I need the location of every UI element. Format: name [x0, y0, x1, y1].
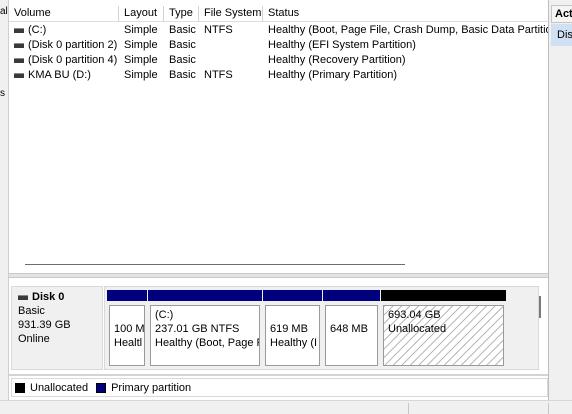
column-header-status[interactable]: Status — [263, 6, 548, 22]
drive-icon — [14, 58, 24, 63]
status-bar — [0, 400, 572, 414]
legend-label: Primary partition — [111, 381, 192, 394]
disk-info-panel[interactable]: Disk 0 Basic 931.39 GB Online — [11, 286, 103, 370]
layout-cell: Simple — [124, 54, 158, 66]
primary-partition-bar — [107, 290, 147, 301]
partition-body: 693.04 GB Unallocated — [383, 305, 504, 366]
unallocated-bar — [381, 290, 506, 301]
volume-list: (C:) Simple Basic NTFS Healthy (Boot, Pa… — [9, 23, 548, 83]
partition-status: Healthy (Boot, Page F — [155, 337, 260, 349]
volume-name: KMA BU (D:) — [28, 69, 91, 81]
partition-size: 237.01 GB NTFS — [155, 323, 240, 335]
unallocated-swatch — [15, 382, 25, 393]
disk-name-label: Disk 0 — [32, 291, 65, 303]
partition-title: (C:) — [155, 309, 174, 321]
primary-partition-bar — [323, 290, 380, 301]
type-cell: Basic — [169, 24, 196, 36]
partition-size: 619 MB — [270, 323, 308, 335]
volume-cell: (Disk 0 partition 4) — [9, 53, 119, 68]
drive-icon — [14, 73, 24, 78]
partition-title — [270, 308, 315, 322]
volume-cell: (C:) — [9, 23, 119, 38]
legend-divider — [9, 374, 548, 376]
status-cell: Healthy (Primary Partition) — [268, 69, 397, 81]
partition-block[interactable]: (C:) 237.01 GB NTFS Healthy (Boot, Page … — [148, 290, 262, 368]
layout-cell: Simple — [124, 24, 158, 36]
type-cell: Basic — [169, 54, 196, 66]
partition-title — [114, 308, 140, 322]
actions-header: Acti — [551, 5, 572, 23]
disk-name: Disk 0 — [18, 290, 96, 304]
volume-cell: KMA BU (D:) — [9, 68, 119, 83]
vertical-scrollbar[interactable] — [539, 296, 541, 318]
table-row[interactable]: (C:) Simple Basic NTFS Healthy (Boot, Pa… — [9, 23, 548, 38]
table-row[interactable]: (Disk 0 partition 2) Simple Basic Health… — [9, 38, 548, 53]
partition-body: (C:) 237.01 GB NTFS Healthy (Boot, Page … — [150, 305, 260, 366]
partition-title — [330, 308, 373, 322]
status-cell: Healthy (EFI System Partition) — [268, 39, 416, 51]
file-system-cell — [199, 38, 263, 53]
primary-partition-bar — [263, 290, 322, 301]
volume-list-header: Volume Layout Type File System Status — [9, 6, 548, 22]
partition-status: Healtl — [114, 337, 143, 349]
left-pane-text-fragment: s — [0, 88, 5, 99]
volume-cell: (Disk 0 partition 2) — [9, 38, 119, 53]
column-header-file-system[interactable]: File System — [199, 6, 263, 22]
partition-block-unallocated[interactable]: 693.04 GB Unallocated — [381, 290, 506, 368]
status-cell: Healthy (Recovery Partition) — [268, 54, 406, 66]
partition-status: Unallocated — [388, 323, 447, 335]
type-cell: Basic — [169, 39, 196, 51]
partition-body: 619 MB Healthy (I — [265, 305, 320, 366]
primary-partition-bar — [148, 290, 262, 301]
disk-management-main: Volume Layout Type File System Status (C… — [9, 0, 548, 400]
partition-size: 100 M — [114, 323, 145, 335]
volume-name: (C:) — [28, 24, 47, 36]
primary-partition-swatch — [96, 382, 107, 393]
file-system-cell: NTFS — [204, 69, 233, 81]
file-system-cell — [199, 53, 263, 68]
disk-type: Basic — [18, 305, 45, 317]
status-bar-separator — [548, 403, 549, 414]
legend-item-primary: Primary partition — [96, 382, 191, 394]
volume-name: (Disk 0 partition 4) — [28, 54, 118, 66]
layout-cell: Simple — [124, 69, 158, 81]
partition-size: 693.04 GB — [388, 309, 441, 321]
legend-label: Unallocated — [30, 381, 89, 394]
drive-icon — [14, 28, 24, 33]
volume-name: (Disk 0 partition 2) — [28, 39, 118, 51]
graphical-disk-view: Disk 0 Basic 931.39 GB Online 100 M Heal… — [9, 278, 548, 374]
partition-block[interactable]: 100 M Healtl — [107, 290, 147, 368]
partition-body: 100 M Healtl — [109, 305, 145, 366]
type-cell: Basic — [169, 69, 196, 81]
column-header-volume[interactable]: Volume — [9, 6, 119, 22]
actions-pane: Acti Disk — [548, 0, 572, 400]
partition-status: Healthy (I — [270, 337, 318, 349]
partition-size: 648 MB — [330, 323, 368, 335]
status-bar-separator — [408, 403, 409, 414]
column-header-layout[interactable]: Layout — [119, 6, 164, 22]
left-pane-text-fragment: al — [0, 6, 8, 17]
left-nav-pane-edge: al s — [0, 0, 9, 414]
partition-legend: Unallocated Primary partition — [11, 378, 548, 397]
disk-size: 931.39 GB — [18, 319, 71, 331]
partition-body: 648 MB — [325, 305, 378, 366]
horizontal-scrollbar[interactable] — [9, 260, 548, 270]
drive-icon — [14, 43, 24, 48]
legend-item-unallocated: Unallocated — [15, 382, 88, 394]
partition-block[interactable]: 648 MB — [323, 290, 380, 368]
disk-icon — [18, 294, 28, 300]
partition-block[interactable]: 619 MB Healthy (I — [263, 290, 322, 368]
scrollbar-thumb[interactable] — [25, 264, 405, 265]
status-cell: Healthy (Boot, Page File, Crash Dump, Ba… — [268, 24, 548, 36]
actions-item-disk[interactable]: Disk — [551, 24, 572, 46]
column-header-type[interactable]: Type — [164, 6, 199, 22]
disk-state: Online — [18, 333, 50, 345]
table-row[interactable]: KMA BU (D:) Simple Basic NTFS Healthy (P… — [9, 68, 548, 83]
layout-cell: Simple — [124, 39, 158, 51]
file-system-cell: NTFS — [204, 24, 233, 36]
table-row[interactable]: (Disk 0 partition 4) Simple Basic Health… — [9, 53, 548, 68]
partition-map: 100 M Healtl (C:) 237.01 GB NTFS Healthy… — [104, 286, 539, 370]
